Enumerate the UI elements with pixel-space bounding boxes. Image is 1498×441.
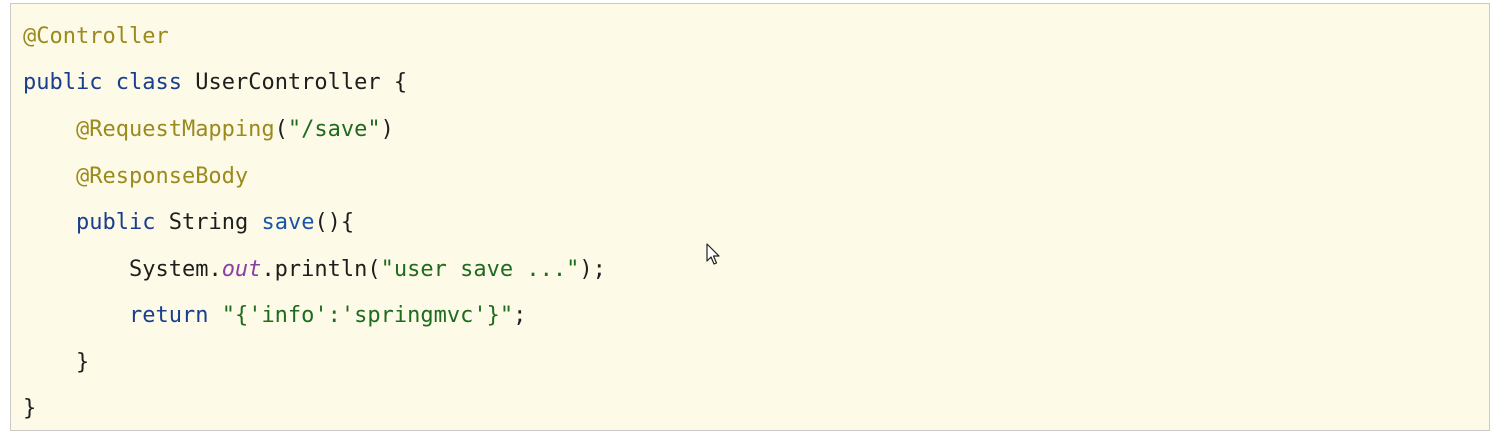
code-line-1: @Controller xyxy=(23,22,169,52)
keyword-class: class xyxy=(115,70,182,95)
close-brace-class: } xyxy=(23,396,37,421)
println-call: .println( xyxy=(261,257,381,282)
code-line-5: public String save(){ xyxy=(23,208,354,238)
method-signature-rest: (){ xyxy=(314,210,355,235)
annotation-response-body: @ResponseBody xyxy=(75,164,249,189)
code-line-3: @RequestMapping("/save") xyxy=(23,115,394,145)
paren-open: ( xyxy=(274,117,288,142)
statement-end: ); xyxy=(579,257,606,282)
paren-close: ) xyxy=(380,117,394,142)
keyword-return: return xyxy=(128,303,209,328)
annotation-controller: @Controller xyxy=(23,24,169,49)
code-line-6: System.out.println("user save ..."); xyxy=(23,255,606,285)
class-name: UserController xyxy=(195,70,381,95)
string-json: "{'info':'springmvc'}" xyxy=(221,303,514,328)
code-block: @Controller public class UserController … xyxy=(10,3,1490,431)
keyword-public: public xyxy=(23,70,103,95)
code-line-2: public class UserController { xyxy=(23,68,407,98)
code-line-8: } xyxy=(23,348,89,378)
open-brace: { xyxy=(393,70,408,95)
code-line-9: } xyxy=(23,394,36,424)
annotation-request-mapping: @RequestMapping xyxy=(75,117,275,142)
system-object: System. xyxy=(128,257,222,282)
statement-end: ; xyxy=(513,303,527,328)
type-string: String xyxy=(168,210,249,235)
string-user-save: "user save ..." xyxy=(380,257,580,282)
field-out: out xyxy=(221,257,262,282)
code-line-4: @ResponseBody xyxy=(23,162,248,192)
string-path: "/save" xyxy=(287,117,381,142)
keyword-public: public xyxy=(75,210,156,235)
close-brace-method: } xyxy=(75,350,90,375)
method-save: save xyxy=(261,210,315,235)
mouse-pointer-icon xyxy=(706,243,720,265)
code-line-7: return "{'info':'springmvc'}"; xyxy=(23,301,526,331)
